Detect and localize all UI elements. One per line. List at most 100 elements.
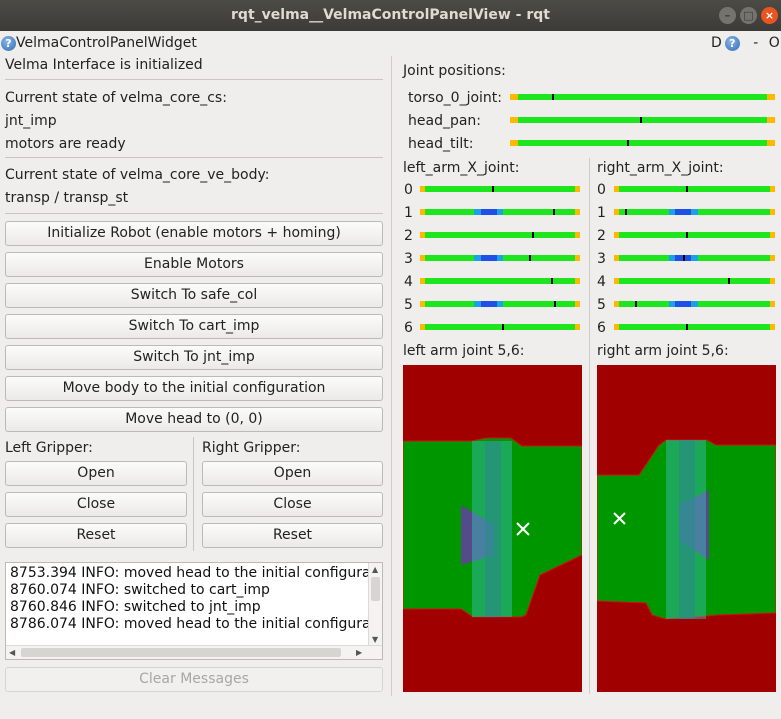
switch-safe-col-button[interactable]: Switch To safe_col	[5, 283, 383, 308]
joint-critical-range	[481, 255, 497, 261]
minimize-icon[interactable]: –	[719, 7, 736, 24]
dock-close-button[interactable]: O	[769, 35, 780, 51]
joint-position-marker	[554, 301, 556, 307]
log-line: 8760.074 INFO: switched to cart_imp	[10, 582, 270, 598]
right-arm-title: right_arm_X_joint:	[597, 160, 724, 176]
left-arm-joint-bar	[420, 232, 580, 238]
right-gripper-label: Right Gripper:	[202, 440, 301, 456]
right-arm-joint-bar	[614, 232, 775, 238]
left-arm-joint-index: 1	[404, 205, 413, 221]
message-log[interactable]: 8753.394 INFO: moved head to the initial…	[5, 562, 383, 660]
joint-position-marker	[532, 232, 534, 238]
scroll-up-icon[interactable]: ▲	[372, 565, 378, 574]
joint-critical-range	[481, 209, 497, 215]
head-tilt-bar	[510, 140, 775, 146]
window-titlebar: rqt_velma__VelmaControlPanelView - rqt –…	[0, 0, 781, 31]
scroll-left-icon[interactable]: ◀	[9, 648, 15, 657]
initialize-robot-button[interactable]: Initialize Robot (enable motors + homing…	[5, 221, 383, 246]
help-icon[interactable]: ?	[724, 35, 740, 51]
right-arm-joint-bar	[614, 278, 775, 284]
right-arm-joint-bar	[614, 301, 775, 307]
switch-cart-imp-button[interactable]: Switch To cart_imp	[5, 314, 383, 339]
right-arm-joint-index: 6	[597, 320, 606, 336]
panel-splitter[interactable]	[391, 56, 392, 696]
right-wrist-title: right arm joint 5,6:	[597, 343, 729, 359]
joint-position-marker	[552, 94, 554, 100]
joint-position-marker	[686, 324, 688, 330]
joint-position-marker	[683, 255, 685, 261]
left-arm-title: left_arm_X_joint:	[403, 160, 520, 176]
left-arm-joint-bar	[420, 324, 580, 330]
left-wrist-title: left arm joint 5,6:	[403, 343, 525, 359]
left-arm-joint-bar	[420, 255, 580, 261]
window-title: rqt_velma__VelmaControlPanelView - rqt	[231, 7, 550, 23]
joint-ok-range	[425, 186, 575, 192]
horizontal-scrollbar[interactable]: ◀ ▶	[6, 645, 382, 659]
right-wrist-plot	[597, 365, 776, 692]
scroll-right-icon[interactable]: ▶	[356, 648, 362, 657]
help-icon[interactable]: ?	[1, 35, 16, 51]
joint-position-marker	[625, 209, 627, 215]
right-arm-joint-bar	[614, 186, 775, 192]
right-gripper-close-button[interactable]: Close	[202, 492, 383, 517]
log-line: 8753.394 INFO: moved head to the initial…	[10, 565, 383, 581]
right-arm-joint-index: 3	[597, 251, 606, 267]
joint-ok-range	[619, 324, 770, 330]
maximize-icon[interactable]: □	[740, 7, 757, 24]
move-head-button[interactable]: Move head to (0, 0)	[5, 407, 383, 432]
joint-ok-range	[619, 232, 770, 238]
joint-positions-title: Joint positions:	[403, 63, 506, 79]
scroll-down-icon[interactable]: ▼	[372, 635, 378, 644]
joint-position-marker	[686, 232, 688, 238]
torso-joint-label: torso_0_joint:	[408, 90, 503, 106]
right-arm-joint-index: 4	[597, 274, 606, 290]
right-arm-joint-bar	[614, 209, 775, 215]
band-inner	[679, 440, 695, 619]
widget-header: ? VelmaControlPanelWidget	[1, 35, 197, 51]
right-gripper-open-button[interactable]: Open	[202, 461, 383, 486]
dock-d-label[interactable]: D	[711, 35, 722, 51]
left-arm-joint-bar	[420, 301, 580, 307]
enable-motors-button[interactable]: Enable Motors	[5, 252, 383, 277]
joint-position-marker	[686, 186, 688, 192]
dock-minimize-button[interactable]: -	[753, 35, 758, 51]
joint-ok-range	[518, 117, 767, 123]
left-gripper-open-button[interactable]: Open	[5, 461, 187, 486]
ve-body-state: transp / transp_st	[5, 190, 129, 206]
switch-jnt-imp-button[interactable]: Switch To jnt_imp	[5, 345, 383, 370]
right-gripper-reset-button[interactable]: Reset	[202, 523, 383, 548]
gripper-divider	[193, 437, 194, 551]
move-body-initial-button[interactable]: Move body to the initial configuration	[5, 376, 383, 401]
left-arm-joint-index: 3	[404, 251, 413, 267]
left-arm-joint-index: 5	[404, 297, 413, 313]
joint-critical-range	[481, 301, 497, 307]
log-line: 8786.074 INFO: moved head to the initial…	[10, 616, 383, 632]
left-arm-joint-bar	[420, 186, 580, 192]
joint-critical-range	[675, 209, 691, 215]
arm-divider	[589, 158, 590, 694]
left-arm-joint-index: 6	[404, 320, 413, 336]
left-gripper-reset-button[interactable]: Reset	[5, 523, 187, 548]
right-arm-joint-bar	[614, 324, 775, 330]
right-arm-joint-index: 2	[597, 228, 606, 244]
joint-ok-range	[425, 324, 575, 330]
left-wrist-plot	[403, 365, 582, 692]
left-arm-joint-index: 4	[404, 274, 413, 290]
interface-status: Velma Interface is initialized	[5, 57, 203, 73]
joint-ok-range	[425, 232, 575, 238]
close-icon[interactable]: ×	[761, 7, 778, 24]
joint-critical-range	[675, 301, 691, 307]
head-tilt-label: head_tilt:	[408, 136, 474, 152]
scroll-thumb[interactable]	[21, 648, 341, 657]
motors-state: motors are ready	[5, 136, 126, 152]
scroll-thumb[interactable]	[371, 577, 380, 601]
joint-position-marker	[640, 117, 642, 123]
left-arm-joint-index: 0	[404, 182, 413, 198]
left-gripper-close-button[interactable]: Close	[5, 492, 187, 517]
clear-messages-button[interactable]: Clear Messages	[5, 667, 383, 692]
joint-position-marker	[635, 301, 637, 307]
log-line: 8760.846 INFO: switched to jnt_imp	[10, 599, 261, 615]
right-arm-joint-index: 5	[597, 297, 606, 313]
joint-position-marker	[553, 209, 555, 215]
vertical-scrollbar[interactable]: ▲ ▼	[368, 563, 382, 647]
